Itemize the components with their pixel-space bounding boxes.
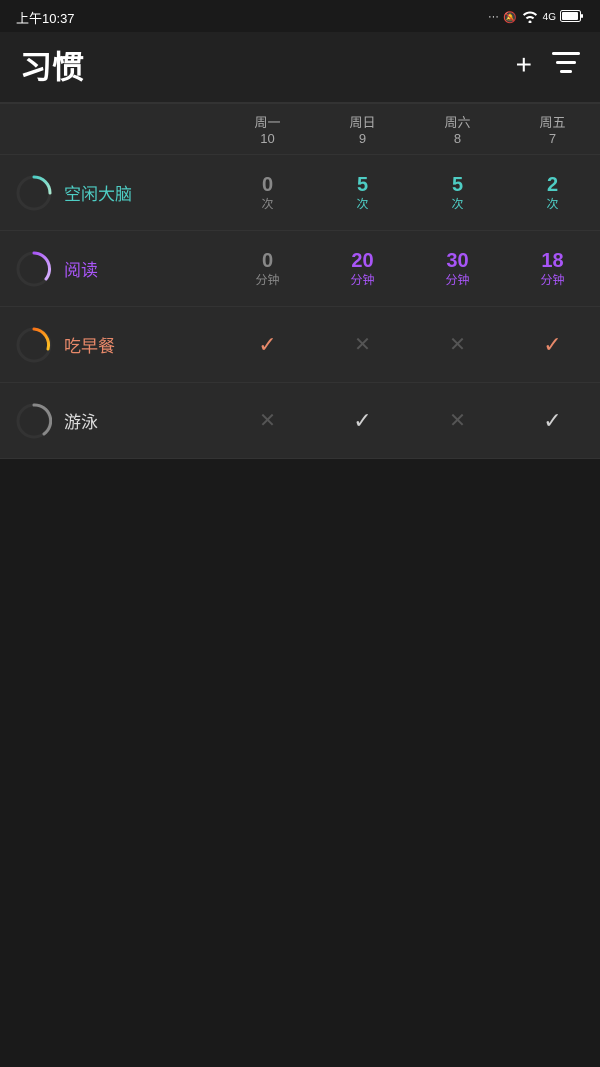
habit-cell-chizaocan-sun: ✕: [315, 332, 410, 357]
habit-cell-kongxian-mon: 0 次: [220, 173, 315, 211]
habit-row-yuedu[interactable]: 阅读 0 分钟 20 分钟 30 分钟 18 分钟: [0, 231, 600, 307]
col-day-friday: 周五 7: [505, 112, 600, 146]
network-label: 4G: [543, 12, 556, 23]
habit-cell-youyong-sat: ✕: [410, 408, 505, 433]
habit-info-youyong: 游泳: [0, 391, 220, 451]
status-icons: ··· 🔕 4G: [488, 9, 584, 26]
signal-dots: ···: [488, 11, 499, 23]
habit-cell-youyong-fri: ✓: [505, 408, 600, 434]
col-day-monday: 周一 10: [220, 112, 315, 146]
cross-icon-youyong-sat: ✕: [449, 408, 466, 433]
check-icon-youyong-sun: ✓: [353, 408, 371, 434]
cross-icon-chizaocan-sat: ✕: [449, 332, 466, 357]
habit-cell-kongxian-sun: 5 次: [315, 173, 410, 211]
habit-name-col-header: [0, 112, 220, 146]
habit-cell-yuedu-fri: 18 分钟: [505, 249, 600, 287]
day-label-sunday: 周日: [315, 112, 410, 131]
habit-cell-chizaocan-fri: ✓: [505, 332, 600, 358]
check-icon-youyong-fri: ✓: [543, 408, 561, 434]
habit-icon-chizaocan: [16, 327, 52, 363]
habit-info-kongxiandanao: 空闲大脑: [0, 163, 220, 223]
day-num-monday: 10: [220, 131, 315, 146]
habit-row-chizaocan[interactable]: 吃早餐 ✓ ✕ ✕ ✓: [0, 307, 600, 383]
habit-cell-yuedu-sun: 20 分钟: [315, 249, 410, 287]
habit-info-yuedu: 阅读: [0, 239, 220, 299]
habit-cell-youyong-sun: ✓: [315, 408, 410, 434]
habit-name-chizaocan: 吃早餐: [64, 332, 115, 357]
habit-name-youyong: 游泳: [64, 408, 98, 433]
habit-cell-yuedu-sat: 30 分钟: [410, 249, 505, 287]
habit-row-kongxiandanao[interactable]: 空闲大脑 0 次 5 次 5 次 2 次: [0, 155, 600, 231]
check-icon-chizaocan-fri: ✓: [543, 332, 561, 358]
col-day-sunday: 周日 9: [315, 112, 410, 146]
col-day-saturday: 周六 8: [410, 112, 505, 146]
day-num-friday: 7: [505, 131, 600, 146]
habit-info-chizaocan: 吃早餐: [0, 315, 220, 375]
check-icon-chizaocan-mon: ✓: [258, 332, 276, 358]
day-num-sunday: 9: [315, 131, 410, 146]
habit-cell-chizaocan-sat: ✕: [410, 332, 505, 357]
habit-cell-youyong-mon: ✕: [220, 408, 315, 433]
status-bar: 上午10:37 ··· 🔕 4G: [0, 0, 600, 32]
header-actions: +: [516, 51, 580, 79]
habit-name-yuedu: 阅读: [64, 256, 98, 281]
habit-cell-kongxian-fri: 2 次: [505, 173, 600, 211]
habit-icon-kongxiandanao: [16, 175, 52, 211]
wifi-icon: [521, 9, 539, 26]
habit-cell-chizaocan-mon: ✓: [220, 332, 315, 358]
day-num-saturday: 8: [410, 131, 505, 146]
day-label-friday: 周五: [505, 112, 600, 131]
battery-icon: [560, 10, 584, 25]
habit-row-youyong[interactable]: 游泳 ✕ ✓ ✕ ✓: [0, 383, 600, 459]
habit-cell-kongxian-sat: 5 次: [410, 173, 505, 211]
mute-icon: 🔕: [503, 11, 517, 24]
habit-cell-yuedu-mon: 0 分钟: [220, 249, 315, 287]
habit-icon-yuedu: [16, 251, 52, 287]
app-header: 习惯 +: [0, 32, 600, 102]
cross-icon-youyong-mon: ✕: [259, 408, 276, 433]
day-label-monday: 周一: [220, 112, 315, 131]
habit-icon-youyong: [16, 403, 52, 439]
filter-button[interactable]: [552, 52, 580, 79]
page-title: 习惯: [20, 42, 84, 88]
cross-icon-chizaocan-sun: ✕: [354, 332, 371, 357]
add-habit-button[interactable]: +: [516, 51, 532, 79]
day-label-saturday: 周六: [410, 112, 505, 131]
habit-name-kongxiandanao: 空闲大脑: [64, 180, 132, 205]
column-headers: 周一 10 周日 9 周六 8 周五 7: [0, 104, 600, 155]
status-time: 上午10:37: [16, 8, 75, 27]
